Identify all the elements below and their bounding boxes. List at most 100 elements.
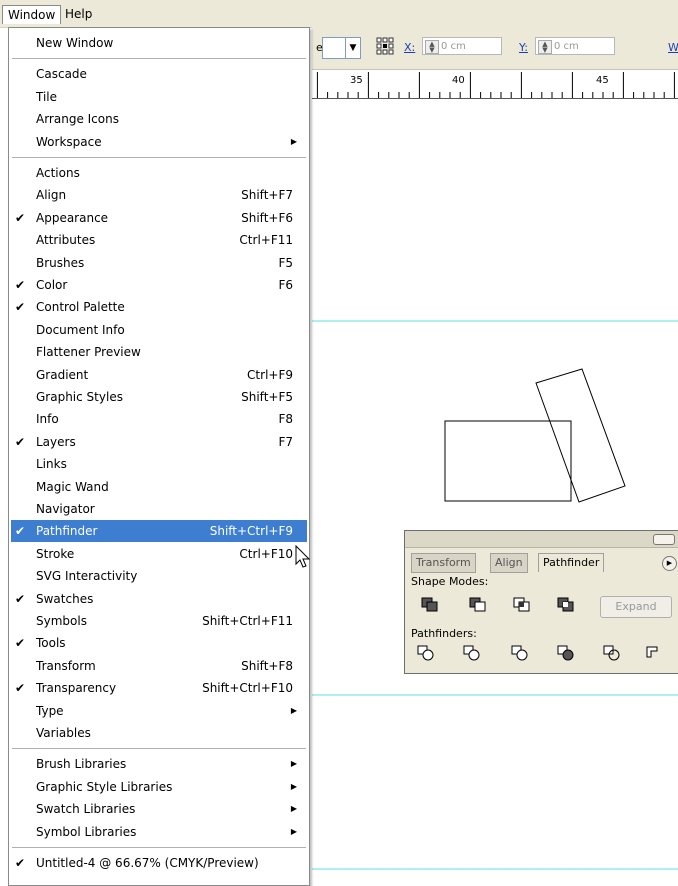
menu-item-gradient[interactable]: Gradient Ctrl+F9: [11, 364, 307, 386]
menu-item-appearance[interactable]: ✔ Appearance Shift+F6: [11, 207, 307, 229]
menu-item-control-palette[interactable]: ✔ Control Palette: [11, 296, 307, 318]
menu-item-document-info[interactable]: Document Info: [11, 319, 307, 341]
menu-item-type[interactable]: Type ▶: [11, 700, 307, 722]
menu-item-label: Attributes: [36, 233, 96, 248]
menu-item-label: Navigator: [36, 502, 95, 516]
merge-icon[interactable]: [511, 645, 529, 661]
menu-item-label: Appearance: [36, 210, 109, 225]
submenu-arrow-icon: ▶: [290, 705, 297, 715]
menu-item-untitled-4-66-67-cmyk-preview[interactable]: ✔ Untitled-4 @ 66.67% (CMYK/Preview): [11, 852, 307, 874]
menu-window[interactable]: Window: [2, 5, 62, 24]
menu-item-label: Brush Libraries: [36, 757, 127, 772]
menu-item-links[interactable]: Links: [11, 453, 307, 475]
menu-item-symbols[interactable]: Symbols Shift+Ctrl+F11: [11, 610, 307, 632]
divide-icon[interactable]: [417, 645, 435, 661]
menu-item-layers[interactable]: ✔ Layers F7: [11, 431, 307, 453]
menu-item-label: Document Info: [36, 322, 125, 337]
crop-icon[interactable]: [557, 645, 575, 661]
menu-item-label: New Window: [36, 36, 114, 50]
checkmark-icon: ✔: [15, 636, 26, 651]
ruler-label-40: 40: [452, 75, 465, 86]
menu-item-info[interactable]: Info F8: [11, 408, 307, 430]
menu-separator: [12, 58, 306, 60]
pathfinders-label: Pathfinders:: [411, 627, 477, 640]
submenu-arrow-icon: ▶: [290, 136, 297, 146]
menu-item-tile[interactable]: Tile: [11, 86, 307, 108]
tab-pathfinder[interactable]: Pathfinder: [538, 553, 605, 572]
menu-item-svg-interactivity[interactable]: SVG Interactivity: [11, 565, 307, 587]
menu-item-cascade[interactable]: Cascade: [11, 63, 307, 85]
menu-item-transform[interactable]: Transform Shift+F8: [11, 655, 307, 677]
minimize-icon[interactable]: [653, 534, 675, 545]
rotated-rectangle-shape[interactable]: [535, 368, 626, 503]
subtract-from-shape-area-icon[interactable]: [469, 597, 487, 613]
menu-item-label: Magic Wand: [36, 479, 109, 494]
panel-title-bar[interactable]: [405, 531, 678, 548]
menu-item-brushes[interactable]: Brushes F5: [11, 252, 307, 274]
menu-item-pathfinder[interactable]: ✔ Pathfinder Shift+Ctrl+F9: [11, 520, 307, 543]
swatch-dropdown-icon[interactable]: ▼: [345, 37, 361, 59]
horizontal-ruler[interactable]: 35 40 45: [312, 70, 678, 99]
exclude-overlapping-shape-areas-icon[interactable]: [557, 597, 575, 613]
menu-item-label: Transform: [36, 658, 96, 673]
menu-item-actions[interactable]: Actions: [11, 162, 307, 184]
menu-item-tools[interactable]: ✔ Tools: [11, 632, 307, 654]
menu-item-label: Layers: [36, 434, 76, 449]
mouse-cursor-icon: [295, 545, 311, 568]
menu-item-label: Type: [36, 703, 64, 718]
menu-item-shortcut: Shift+F7: [241, 188, 293, 203]
menu-item-variables[interactable]: Variables: [11, 722, 307, 744]
menu-item-brush-libraries[interactable]: Brush Libraries ▶: [11, 753, 307, 775]
trim-icon[interactable]: [463, 645, 481, 661]
menu-item-swatches[interactable]: ✔ Swatches: [11, 588, 307, 610]
ruler-ticks: [316, 72, 675, 98]
x-field[interactable]: ▲ ▼ 0 cm: [422, 37, 502, 55]
minus-back-icon[interactable]: [645, 645, 663, 661]
y-stepper-icon[interactable]: ▲ ▼: [538, 40, 552, 54]
menu-item-symbol-libraries[interactable]: Symbol Libraries ▶: [11, 821, 307, 843]
y-value: 0 cm: [554, 41, 579, 52]
checkmark-icon: ✔: [15, 591, 26, 606]
menu-item-label: Stroke: [36, 546, 75, 561]
rectangle-shape[interactable]: [444, 420, 572, 502]
menu-item-magic-wand[interactable]: Magic Wand: [11, 476, 307, 498]
control-bar: e: ▼ X: ▲▼ 0 cm Y: ▲▼ 0 cm W: [312, 27, 678, 70]
menu-item-attributes[interactable]: Attributes Ctrl+F11: [11, 229, 307, 251]
menu-item-label: SVG Interactivity: [36, 569, 138, 584]
artwork: [312, 320, 678, 870]
tab-align[interactable]: Align: [490, 553, 528, 573]
checkmark-icon: ✔: [15, 300, 26, 315]
menu-item-navigator[interactable]: Navigator: [11, 498, 307, 520]
artboard-canvas[interactable]: [312, 99, 678, 886]
reference-point-icon[interactable]: [376, 37, 394, 55]
tab-transform[interactable]: Transform: [411, 553, 476, 573]
intersect-shape-areas-icon[interactable]: [513, 597, 531, 613]
menu-item-color[interactable]: ✔ Color F6: [11, 274, 307, 296]
y-field[interactable]: ▲ ▼ 0 cm: [535, 37, 615, 55]
ruler-label-45: 45: [596, 75, 609, 86]
shape-modes-label: Shape Modes:: [411, 575, 489, 588]
menu-item-flattener-preview[interactable]: Flattener Preview: [11, 341, 307, 363]
menu-help[interactable]: Help: [60, 5, 97, 23]
menu-item-transparency[interactable]: ✔ Transparency Shift+Ctrl+F10: [11, 677, 307, 699]
menu-item-arrange-icons[interactable]: Arrange Icons: [11, 108, 307, 130]
menu-item-label: Links: [36, 457, 67, 472]
panel-options-icon[interactable]: ▶: [662, 556, 677, 571]
menu-item-workspace[interactable]: Workspace ▶: [11, 131, 307, 153]
menu-item-graphic-styles[interactable]: Graphic Styles Shift+F5: [11, 386, 307, 408]
fill-swatch[interactable]: [322, 37, 346, 59]
menu-item-label: Flattener Preview: [36, 345, 141, 360]
expand-button[interactable]: Expand: [600, 596, 672, 618]
menu-separator: [12, 748, 306, 750]
add-to-shape-area-icon[interactable]: [421, 597, 439, 613]
x-stepper-icon[interactable]: ▲ ▼: [425, 40, 439, 54]
menu-item-graphic-style-libraries[interactable]: Graphic Style Libraries ▶: [11, 776, 307, 798]
menu-item-align[interactable]: Align Shift+F7: [11, 184, 307, 206]
outline-icon[interactable]: [603, 645, 621, 661]
menu-item-label: Swatch Libraries: [36, 802, 136, 817]
menu-item-swatch-libraries[interactable]: Swatch Libraries ▶: [11, 798, 307, 820]
menu-item-label: Tools: [36, 636, 66, 651]
menu-item-stroke[interactable]: Stroke Ctrl+F10: [11, 543, 307, 565]
menu-item-shortcut: Shift+F6: [241, 210, 293, 225]
menu-item-new-window[interactable]: New Window: [11, 32, 307, 54]
